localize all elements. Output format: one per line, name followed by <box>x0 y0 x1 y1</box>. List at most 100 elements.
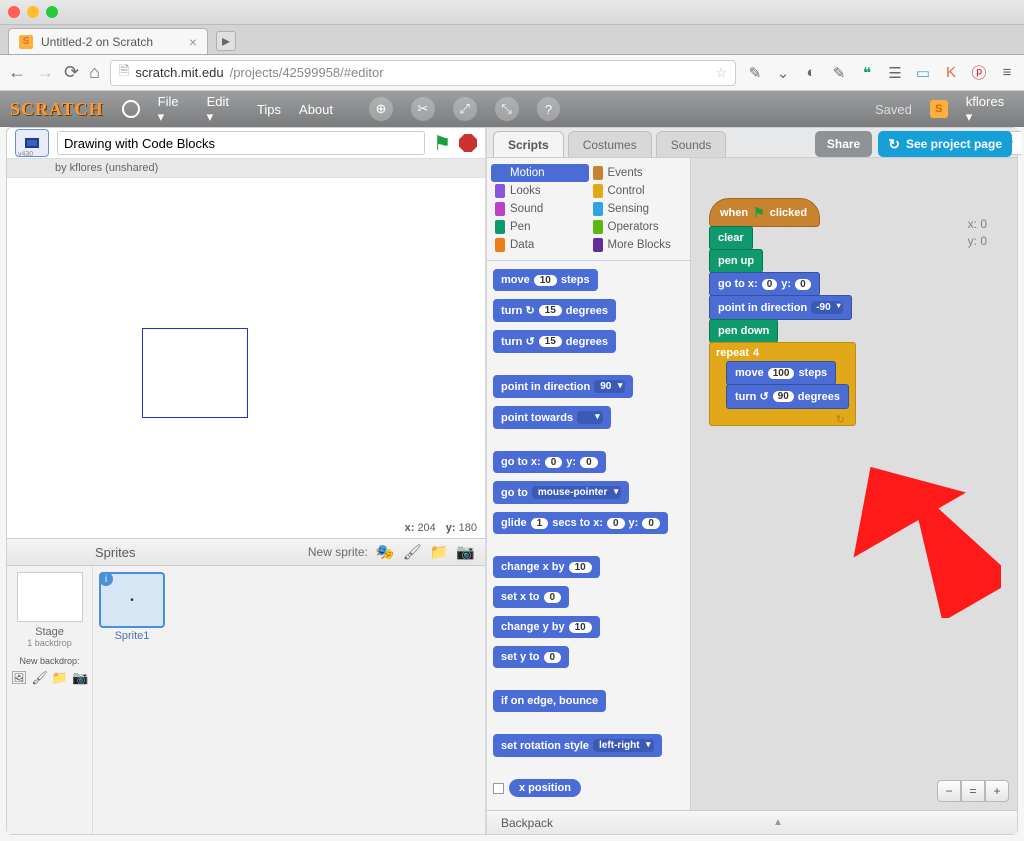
ext-pinterest-icon[interactable]: ⓟ <box>970 62 988 83</box>
tool-help-icon[interactable]: ? <box>537 97 561 121</box>
block-rotation-style[interactable]: set rotation styleleft-right <box>493 734 662 757</box>
back-button[interactable]: ← <box>8 62 26 83</box>
edit-menu[interactable]: Edit ▾ <box>207 94 239 125</box>
window-zoom-icon[interactable] <box>46 6 58 18</box>
file-menu[interactable]: File ▾ <box>158 94 189 125</box>
tool-shrink-icon[interactable]: ⤡ <box>495 97 519 121</box>
upload-sprite-icon[interactable]: 📁 <box>430 543 449 561</box>
ext-hangouts-icon[interactable]: ❝ <box>858 64 876 82</box>
block-pen-down[interactable]: pen down <box>709 319 778 343</box>
block-set-y[interactable]: set y to0 <box>493 646 569 668</box>
block-point-direction[interactable]: point in direction90 <box>493 375 633 398</box>
block-goto-xy[interactable]: go to x:0y:0 <box>709 272 820 296</box>
stage-thumbnail[interactable] <box>17 572 83 622</box>
ext-icon[interactable]: ✎ <box>746 64 764 82</box>
block-change-x[interactable]: change x by10 <box>493 556 600 578</box>
ext-mask-icon[interactable]: ◐ <box>802 64 820 81</box>
block-point-direction[interactable]: point in direction-90 <box>709 295 852 320</box>
camera-sprite-icon[interactable]: 📷 <box>456 543 475 561</box>
reload-button[interactable]: ⟳ <box>64 62 79 83</box>
home-button[interactable]: ⌂ <box>89 62 100 83</box>
window-minimize-icon[interactable] <box>27 6 39 18</box>
stage[interactable]: x: 204 y: 180 <box>7 178 485 538</box>
tab-costumes[interactable]: Costumes <box>568 131 652 157</box>
category-looks[interactable]: Looks <box>491 182 589 200</box>
block-turn-cw[interactable]: turn ↻15degrees <box>493 299 616 322</box>
block-set-x[interactable]: set x to0 <box>493 586 569 608</box>
block-clear[interactable]: clear <box>709 226 753 250</box>
block-move-steps[interactable]: move10steps <box>493 269 598 291</box>
backpack-panel[interactable]: Backpack ▲ <box>487 810 1017 834</box>
script-area[interactable]: x: 0 y: 0 when⚑clicked clear pen up go t… <box>691 158 1017 810</box>
block-edge-bounce[interactable]: if on edge, bounce <box>493 690 606 712</box>
tool-duplicate-icon[interactable]: ⊕ <box>369 97 393 121</box>
xpos-checkbox[interactable] <box>493 783 504 794</box>
zoom-out-button[interactable]: − <box>937 780 961 802</box>
category-data[interactable]: Data <box>491 236 589 254</box>
block-goto[interactable]: go tomouse-pointer <box>493 481 629 504</box>
category-more[interactable]: More Blocks <box>589 236 687 254</box>
block-move-steps[interactable]: move100steps <box>726 361 836 385</box>
browser-tab[interactable]: S Untitled-2 on Scratch × <box>8 28 208 54</box>
category-sensing[interactable]: Sensing <box>589 200 687 218</box>
choose-sprite-library-icon[interactable]: 🎭 <box>376 543 395 561</box>
chrome-menu-icon[interactable]: ≡ <box>998 64 1016 81</box>
zoom-in-button[interactable]: + <box>985 780 1009 802</box>
forward-button[interactable]: → <box>36 62 54 83</box>
about-menu[interactable]: About <box>299 102 333 117</box>
tool-grow-icon[interactable]: ⤢ <box>453 97 477 121</box>
see-project-page-button[interactable]: ↻See project page <box>878 131 1012 157</box>
tips-menu[interactable]: Tips <box>257 102 281 117</box>
ext-screen-icon[interactable]: ▭ <box>914 64 932 82</box>
block-turn-ccw[interactable]: turn ↺15degrees <box>493 330 616 353</box>
stop-sign-icon[interactable] <box>459 134 477 152</box>
new-tab-button[interactable]: ▸ <box>216 31 236 51</box>
language-globe-icon[interactable] <box>122 100 140 118</box>
blocks-list[interactable]: move10steps turn ↻15degrees turn ↺15degr… <box>487 261 690 810</box>
category-events[interactable]: Events <box>589 164 687 182</box>
bookmark-star-icon[interactable]: ☆ <box>715 65 727 81</box>
annotation-arrow-icon <box>851 448 1001 618</box>
script-stack[interactable]: when⚑clicked clear pen up go to x:0y:0 p… <box>709 198 856 426</box>
category-sound[interactable]: Sound <box>491 200 589 218</box>
backdrop-upload-icon[interactable]: 📁 <box>52 670 68 686</box>
category-motion[interactable]: Motion <box>491 164 589 182</box>
sprite-thumbnail[interactable]: i • <box>99 572 165 628</box>
backdrop-library-icon[interactable]: 🖼 <box>11 670 28 686</box>
ext-k-icon[interactable]: K <box>942 64 960 81</box>
category-pen[interactable]: Pen <box>491 218 589 236</box>
block-goto-xy[interactable]: go to x:0y:0 <box>493 451 606 473</box>
scratch-logo[interactable]: SCRATCH <box>10 99 104 120</box>
block-pen-up[interactable]: pen up <box>709 249 763 273</box>
block-when-flag-clicked[interactable]: when⚑clicked <box>709 198 820 227</box>
zoom-reset-button[interactable]: = <box>961 780 985 802</box>
block-turn-ccw[interactable]: turn ↺90degrees <box>726 384 849 409</box>
green-flag-icon[interactable]: ⚑ <box>433 131 451 156</box>
tab-scripts[interactable]: Scripts <box>493 131 564 157</box>
ext-pocket-icon[interactable]: ⌄ <box>774 64 792 82</box>
block-glide[interactable]: glide1secs to x:0y:0 <box>493 512 668 534</box>
sprite-info-icon[interactable]: i <box>99 572 113 586</box>
backdrop-paint-icon[interactable]: 🖌 <box>31 670 48 686</box>
user-menu[interactable]: kflores ▾ <box>966 94 1014 125</box>
block-x-position[interactable]: x position <box>509 779 581 797</box>
block-repeat[interactable]: repeat4 move100steps turn ↺90degrees ↻ <box>709 342 856 426</box>
stage-select-icon[interactable]: v430 <box>15 129 49 157</box>
share-button[interactable]: Share <box>815 131 872 157</box>
tool-delete-icon[interactable]: ✂ <box>411 97 435 121</box>
category-control[interactable]: Control <box>589 182 687 200</box>
ext-buffer-icon[interactable]: ☰ <box>886 64 904 82</box>
paint-sprite-icon[interactable]: 🖌 <box>403 543 422 561</box>
close-tab-icon[interactable]: × <box>189 34 197 50</box>
sprite-item[interactable]: i • Sprite1 <box>99 572 165 642</box>
backdrop-camera-icon[interactable]: 📷 <box>72 670 88 686</box>
address-bar[interactable]: 🗎 scratch.mit.edu/projects/42599958/#edi… <box>110 60 736 86</box>
block-change-y[interactable]: change y by10 <box>493 616 600 638</box>
user-avatar-icon[interactable]: S <box>930 100 948 118</box>
category-operators[interactable]: Operators <box>589 218 687 236</box>
tab-sounds[interactable]: Sounds <box>656 131 727 157</box>
block-point-towards[interactable]: point towards <box>493 406 611 429</box>
project-title-input[interactable] <box>57 131 425 155</box>
window-close-icon[interactable] <box>8 6 20 18</box>
ext-key-icon[interactable]: ✎ <box>830 64 848 82</box>
